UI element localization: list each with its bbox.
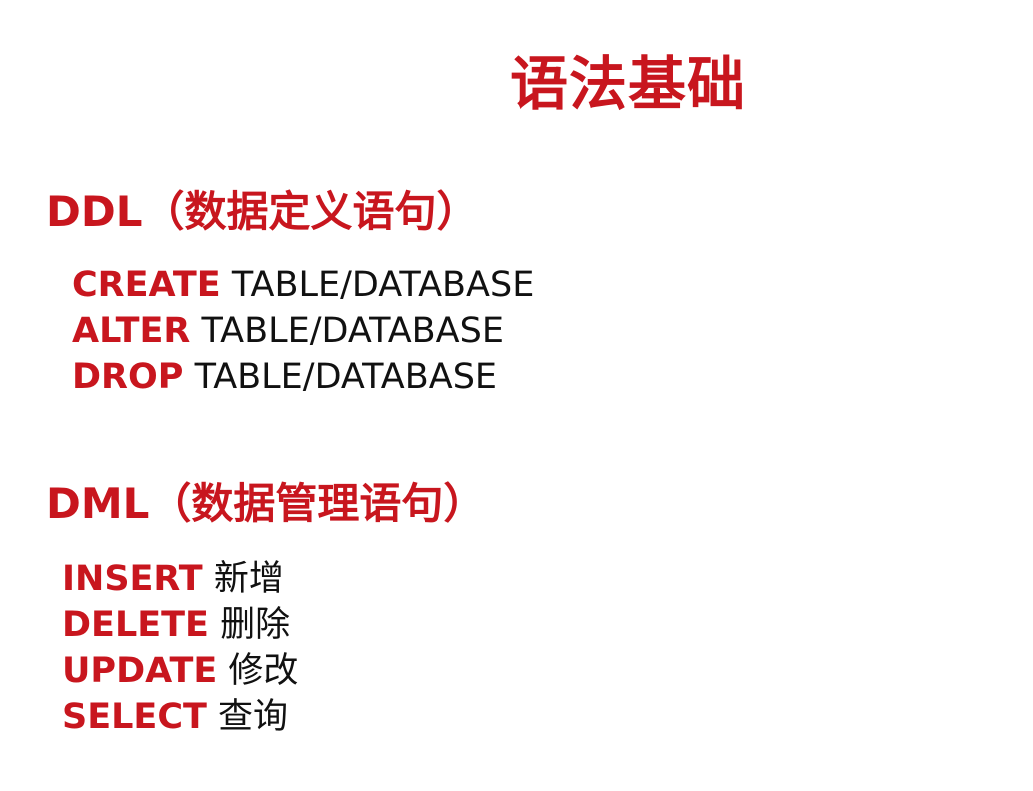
ddl-target: TABLE/DATABASE [194,357,498,397]
list-item: INSERT 新增 [62,556,298,602]
slide-title: 语法基础 [510,50,747,118]
dml-keyword: SELECT [62,697,207,737]
ddl-keyword: DROP [72,357,184,397]
dml-description: 查询 [218,697,289,737]
list-item: DROP TABLE/DATABASE [72,354,534,400]
ddl-target: TABLE/DATABASE [201,311,504,351]
list-item: DELETE 删除 [62,602,298,648]
dml-description: 新增 [213,559,284,599]
ddl-list: CREATE TABLE/DATABASE ALTER TABLE/DATABA… [72,262,534,400]
slide: 语法基础 DDL（数据定义语句） CREATE TABLE/DATABASE A… [0,0,1033,791]
dml-heading: DML（数据管理语句） [46,479,486,528]
ddl-heading: DDL（数据定义语句） [46,187,479,236]
dml-description: 删除 [220,605,291,645]
dml-list: INSERT 新增 DELETE 删除 UPDATE 修改 SELECT 查询 [62,556,298,740]
dml-keyword: UPDATE [62,651,218,691]
dml-keyword: DELETE [62,605,209,645]
list-item: SELECT 查询 [62,694,298,740]
list-item: UPDATE 修改 [62,648,298,694]
ddl-keyword: ALTER [72,311,191,351]
list-item: ALTER TABLE/DATABASE [72,308,534,354]
ddl-keyword: CREATE [72,265,221,305]
dml-description: 修改 [228,651,299,691]
dml-keyword: INSERT [62,559,203,599]
ddl-target: TABLE/DATABASE [231,265,535,305]
list-item: CREATE TABLE/DATABASE [72,262,534,308]
